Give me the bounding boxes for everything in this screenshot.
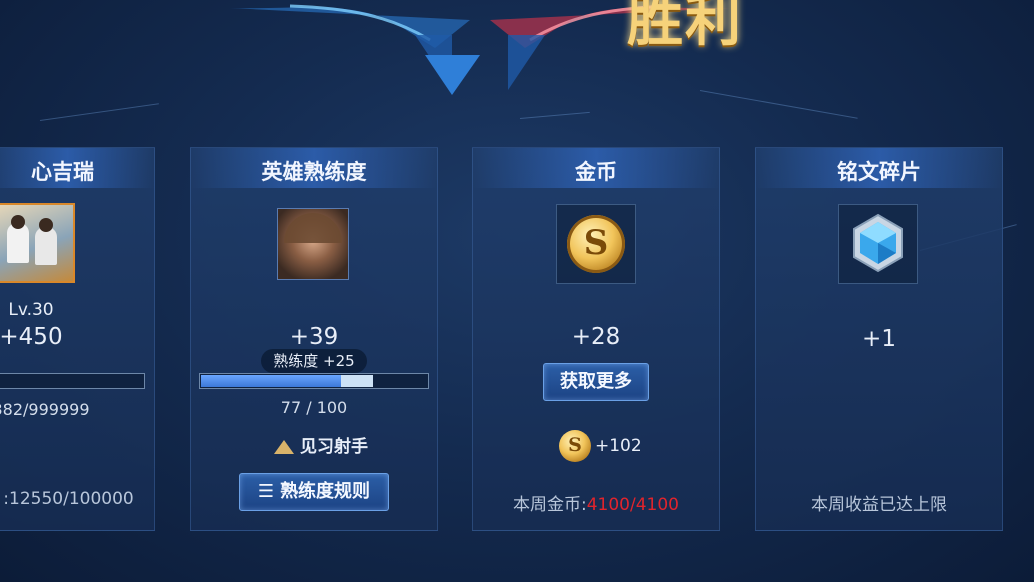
mastery-rank: 见习射手 (261, 432, 381, 457)
gold-bonus: +102 (595, 436, 642, 456)
weekly-limit-note: 本周收益已达上限 (811, 495, 947, 515)
gold-bonus-coin-icon: S (559, 430, 591, 462)
inscription-card: 铭文碎片 +1 本周收益已达上限 (755, 147, 1003, 531)
mastery-progress-text: 77 / 100 (280, 398, 348, 417)
hero-mastery-card: 英雄熟练度 +39 熟练度 +25 77 / 100 见习射手 ☰ 熟练度规则 (190, 147, 438, 531)
inscription-gain: +1 (862, 326, 896, 352)
list-icon: ☰ (257, 481, 275, 502)
mastery-rank-label: 见习射手 (300, 437, 368, 457)
player-level: Lv.30 (8, 300, 54, 320)
mastery-progress-gain (341, 375, 374, 387)
mastery-progress-bar (199, 373, 429, 389)
mastery-rules-button[interactable]: ☰ 熟练度规则 (239, 473, 389, 511)
weekly-gold-value: 4100/4100 (586, 495, 679, 515)
victory-title: 胜利 (627, 0, 743, 54)
gold-icon-box: S (556, 204, 636, 284)
bg-streak (39, 103, 159, 121)
mastery-progress-fill (201, 375, 343, 387)
exp-progress-bar (0, 373, 145, 389)
victory-banner: 胜利 (230, 0, 741, 100)
gold-coin-icon: S (567, 215, 625, 273)
gold-card: 金币 S +28 获取更多 S +102 本周金币:4100/4100 (472, 147, 720, 531)
mastery-bonus-tag: 熟练度 +25 (261, 349, 367, 373)
crystal-icon (853, 213, 903, 273)
gold-title: 金币 (575, 160, 617, 184)
mastery-gain: +39 (289, 324, 339, 350)
rank-badge-icon (274, 440, 294, 454)
account-card: 心吉瑞 Lv.30 +450 382/999999 :12550/100000 (0, 147, 155, 531)
weekly-exp-text: :12550/100000 (3, 489, 134, 509)
exp-gain: +450 (0, 324, 63, 350)
inscription-icon-box (838, 204, 918, 284)
hero-portrait (277, 208, 349, 280)
gold-gain: +28 (571, 324, 621, 350)
mastery-rules-label: 熟练度规则 (280, 481, 371, 502)
get-more-gold-button[interactable]: 获取更多 (543, 363, 649, 401)
weekly-gold-label: 本周金币: (513, 495, 587, 515)
exp-progress-text: 382/999999 (0, 400, 90, 419)
account-name: 心吉瑞 (31, 160, 94, 184)
bg-streak (519, 111, 590, 119)
player-avatar (0, 203, 75, 283)
weekly-gold: 本周金币:4100/4100 (473, 490, 719, 515)
inscription-title: 铭文碎片 (837, 160, 921, 184)
hero-mastery-title: 英雄熟练度 (261, 160, 367, 184)
